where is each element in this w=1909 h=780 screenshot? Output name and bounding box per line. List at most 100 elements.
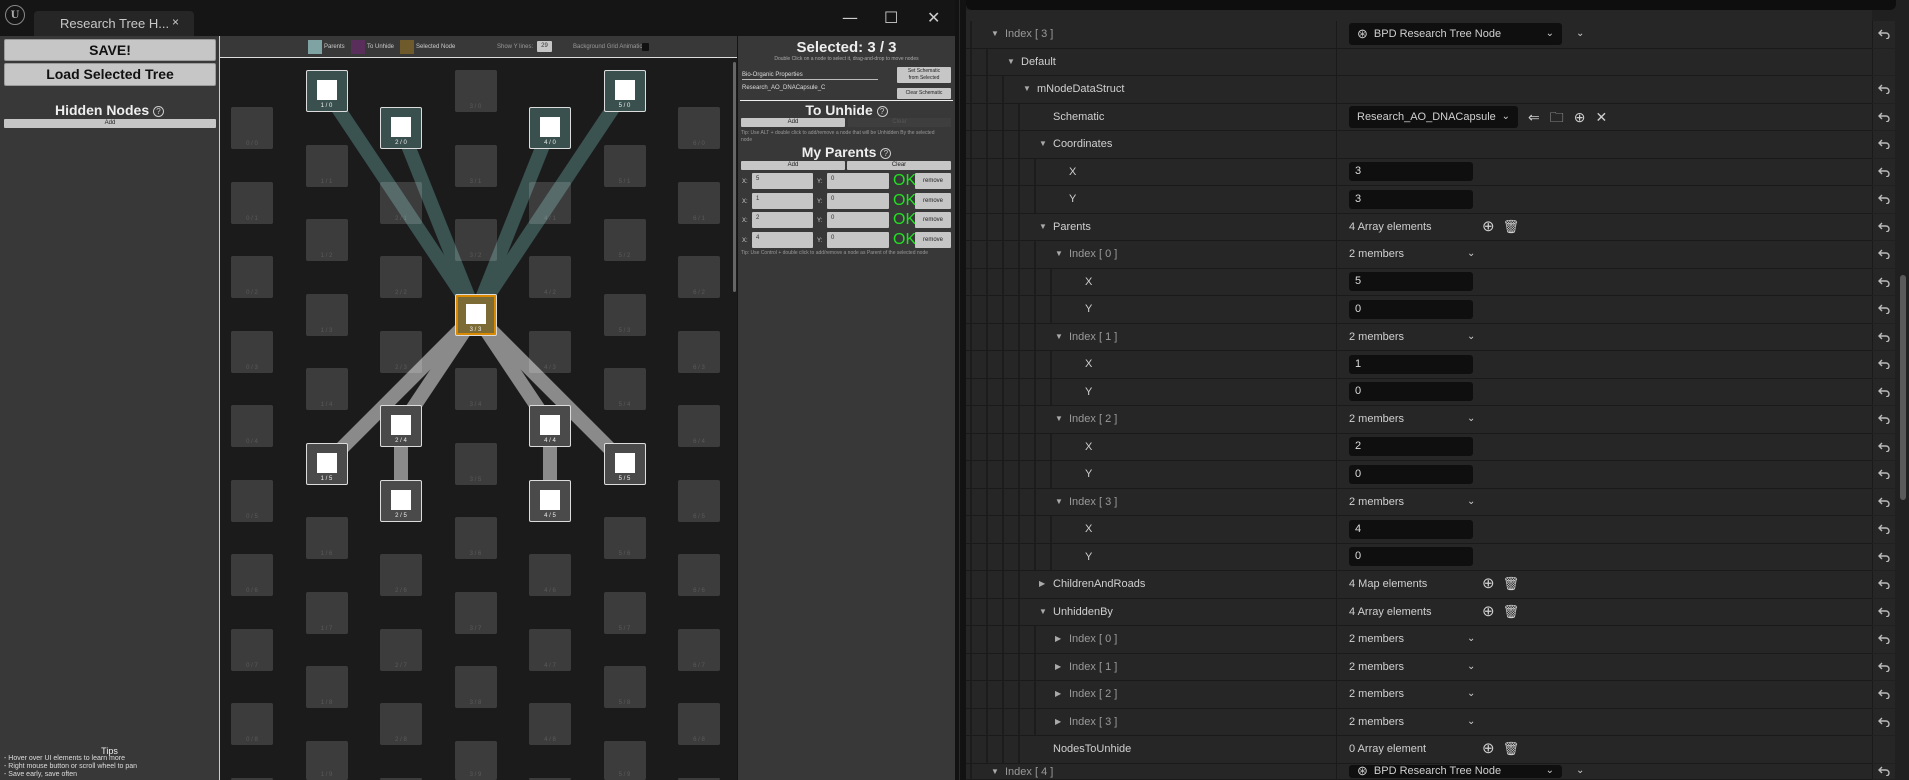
number-input[interactable]: 3: [1349, 189, 1473, 209]
tree-node[interactable]: 5 / 4: [603, 368, 646, 410]
number-input[interactable]: 0: [1349, 382, 1473, 402]
tree-node[interactable]: 0 / 1: [231, 181, 273, 224]
reset-to-default-icon[interactable]: [1872, 461, 1895, 488]
tree-node[interactable]: 0 / 8: [231, 703, 273, 745]
tree-node[interactable]: 0 / 6: [231, 554, 273, 596]
expand-right-icon[interactable]: ▶: [1055, 662, 1061, 672]
tree-node[interactable]: 4 / 2: [529, 256, 571, 298]
column-divider[interactable]: [1336, 406, 1337, 433]
expand-right-icon[interactable]: ▶: [1055, 634, 1061, 644]
column-divider[interactable]: [1336, 48, 1337, 75]
parent-x-input[interactable]: 2: [752, 212, 813, 228]
tree-node[interactable]: 6 / 6: [678, 554, 720, 596]
expand-down-icon[interactable]: ▼: [991, 767, 999, 777]
reset-to-default-icon[interactable]: [1872, 268, 1895, 295]
reset-to-default-icon[interactable]: [1872, 406, 1895, 433]
tree-node[interactable]: 1 / 7: [305, 591, 348, 634]
column-divider[interactable]: [1336, 681, 1337, 708]
tree-node[interactable]: 2 / 2: [380, 256, 422, 298]
add-element-icon[interactable]: ⊕: [1482, 576, 1495, 591]
child-node[interactable]: 1 / 5: [305, 442, 348, 485]
selected-node[interactable]: 3 / 3: [454, 293, 497, 336]
column-divider[interactable]: [1336, 296, 1337, 323]
schematic-dropdown[interactable]: Research_AO_DNACapsule ⌄: [1349, 105, 1518, 128]
column-divider[interactable]: [1336, 268, 1337, 295]
reset-to-default-icon[interactable]: [1872, 351, 1895, 378]
tree-node[interactable]: 3 / 1: [454, 144, 497, 187]
parent-node[interactable]: 1 / 0: [305, 70, 348, 112]
to-unhide-clear-button[interactable]: Clear: [848, 118, 951, 127]
expand-down-icon[interactable]: ▼: [1055, 414, 1063, 424]
tree-node[interactable]: 6 / 2: [678, 256, 720, 298]
column-divider[interactable]: [1336, 516, 1337, 543]
tree-node[interactable]: 5 / 6: [603, 517, 646, 559]
show-y-lines-input[interactable]: 29: [537, 41, 552, 52]
expand-down-icon[interactable]: ▼: [1007, 57, 1015, 67]
class-dropdown[interactable]: ⊛ BPD Research Tree Node ⌄: [1349, 764, 1562, 778]
parent-remove-button[interactable]: remove: [915, 212, 951, 228]
clear-icon[interactable]: ✕: [1595, 110, 1607, 124]
column-divider[interactable]: [1336, 241, 1337, 268]
tree-node[interactable]: 2 / 1: [380, 181, 422, 224]
tree-node[interactable]: 6 / 1: [678, 181, 720, 224]
reset-to-default-icon[interactable]: [1872, 626, 1895, 653]
tree-node[interactable]: 2 / 3: [380, 330, 422, 373]
tree-node[interactable]: 3 / 2: [454, 219, 497, 261]
tree-node[interactable]: 5 / 7: [603, 591, 646, 634]
column-divider[interactable]: [1336, 708, 1337, 735]
column-divider[interactable]: [1336, 186, 1337, 213]
tree-node[interactable]: 5 / 8: [603, 666, 646, 708]
tree-node[interactable]: 6 / 3: [678, 330, 720, 373]
help-icon[interactable]: ?: [876, 105, 888, 117]
tree-node[interactable]: 4 / 7: [529, 628, 571, 671]
hidden-nodes-add-button[interactable]: Add: [4, 119, 216, 128]
help-icon[interactable]: ?: [880, 147, 892, 159]
column-divider[interactable]: [1336, 158, 1337, 185]
reset-to-default-icon[interactable]: [1872, 598, 1895, 625]
expand-down-icon[interactable]: ▼: [1039, 607, 1047, 617]
parent-y-input[interactable]: 0: [827, 192, 889, 209]
reset-to-default-icon[interactable]: [1872, 681, 1895, 708]
column-divider[interactable]: [1336, 488, 1337, 515]
tab-research-tree[interactable]: Research Tree H...: [34, 11, 194, 36]
reset-to-default-icon[interactable]: [1872, 653, 1895, 680]
parent-x-input[interactable]: 1: [752, 192, 813, 209]
details-search-box[interactable]: [966, 0, 1896, 10]
panel-separator[interactable]: [955, 0, 966, 780]
column-divider[interactable]: [1336, 653, 1337, 680]
research-tree-graph[interactable]: Parents To Unhide Selected Node Show Y l…: [219, 36, 737, 780]
chevron-down-icon[interactable]: ⌄: [1467, 660, 1475, 674]
tab-close-icon[interactable]: ×: [172, 15, 179, 29]
expand-down-icon[interactable]: ▼: [1055, 497, 1063, 507]
number-input[interactable]: 0: [1349, 299, 1473, 319]
expand-down-icon[interactable]: ▼: [1039, 222, 1047, 232]
reset-to-default-icon[interactable]: [1872, 213, 1895, 240]
reset-to-default-icon[interactable]: [1872, 21, 1895, 48]
chevron-down-icon[interactable]: ⌄: [1467, 330, 1475, 344]
column-divider[interactable]: [1336, 21, 1337, 48]
reset-to-default-icon[interactable]: [1872, 76, 1895, 103]
child-node[interactable]: 2 / 4: [380, 405, 422, 447]
bg-grid-animation-checkbox[interactable]: [642, 43, 649, 51]
column-divider[interactable]: [1336, 433, 1337, 460]
column-divider[interactable]: [1336, 76, 1337, 103]
number-input[interactable]: 4: [1349, 519, 1473, 539]
tree-node[interactable]: 3 / 9: [454, 740, 497, 780]
tree-node[interactable]: 5 / 9: [603, 740, 646, 780]
reset-to-default-icon[interactable]: [1872, 296, 1895, 323]
reset-to-default-icon[interactable]: [1872, 708, 1895, 735]
chevron-down-icon[interactable]: ⌄: [1576, 27, 1584, 41]
trash-icon[interactable]: 🗑: [1503, 742, 1520, 756]
parent-node[interactable]: 4 / 0: [529, 107, 571, 149]
number-input[interactable]: 2: [1349, 437, 1473, 457]
tree-node[interactable]: 6 / 7: [678, 628, 720, 671]
tree-node[interactable]: 1 / 1: [305, 144, 348, 187]
tree-node[interactable]: 0 / 5: [231, 479, 273, 522]
parent-y-input[interactable]: 0: [827, 173, 889, 189]
tree-node[interactable]: 3 / 0: [454, 70, 497, 112]
chevron-down-icon[interactable]: ⌄: [1467, 247, 1475, 261]
parent-node[interactable]: 2 / 0: [380, 107, 422, 149]
tree-node[interactable]: 0 / 2: [231, 256, 273, 298]
tree-node[interactable]: 1 / 2: [305, 219, 348, 261]
tree-node[interactable]: 6 / 8: [678, 703, 720, 745]
